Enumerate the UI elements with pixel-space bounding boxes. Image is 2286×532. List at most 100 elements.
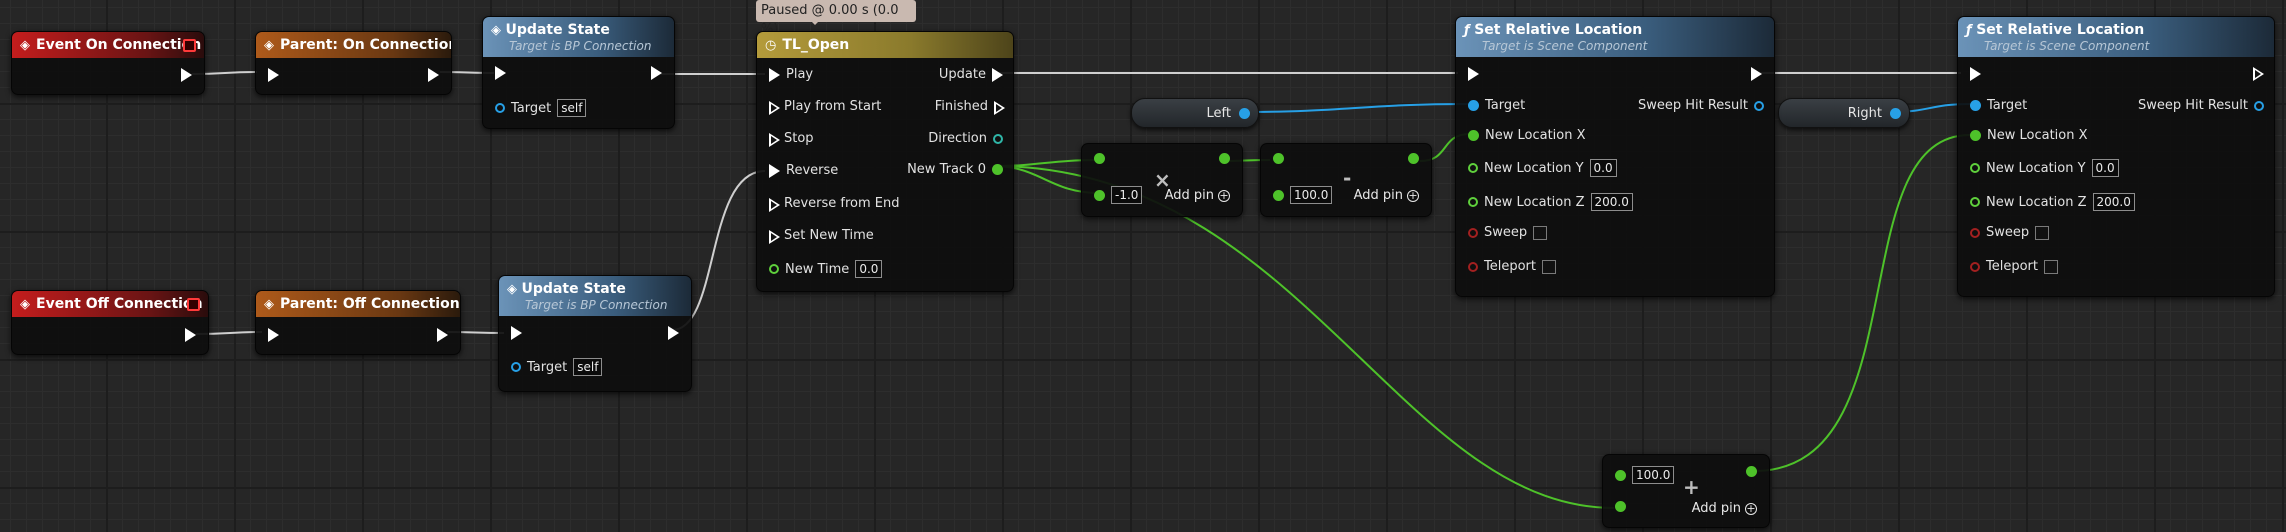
update-state-node-2[interactable]: ◈ Update State Target is BP Connection T… [498, 275, 692, 392]
input-b-pin[interactable]: 100.0 [1273, 186, 1333, 204]
new-location-z-pin[interactable]: New Location Z 200.0 [1468, 193, 1633, 211]
input-b-pin[interactable]: -1.0 [1094, 186, 1143, 204]
input-b-pin[interactable] [1615, 501, 1626, 512]
update-state-node-1[interactable]: ◈ Update State Target is BP Connection T… [482, 16, 675, 129]
new-location-y-value[interactable]: 0.0 [1589, 159, 1617, 177]
subtract-node[interactable]: 100.0 - Add pin + [1260, 143, 1432, 217]
output-pin[interactable] [1408, 153, 1419, 164]
set-new-time-pin[interactable]: Set New Time [769, 228, 874, 244]
output-pin[interactable] [1746, 466, 1757, 477]
target-pin[interactable]: Target self [495, 99, 587, 117]
input-b-value[interactable]: -1.0 [1111, 186, 1143, 204]
finished-pin[interactable]: Finished [935, 99, 1005, 115]
input-a-pin[interactable] [1094, 153, 1105, 164]
new-time-value[interactable]: 0.0 [855, 260, 883, 278]
sweep-pin[interactable]: Sweep [1468, 225, 1548, 240]
target-pin[interactable]: Target [1970, 98, 2027, 113]
object-pin-icon [1890, 107, 1901, 119]
reverse-pin[interactable]: Reverse [769, 163, 838, 178]
new-location-y-pin[interactable]: New Location Y 0.0 [1468, 159, 1617, 177]
exec-in-pin[interactable] [268, 68, 279, 82]
teleport-checkbox[interactable] [1542, 259, 1556, 274]
new-time-pin[interactable]: New Time 0.0 [769, 260, 883, 278]
new-location-z-pin[interactable]: New Location Z 200.0 [1970, 193, 2135, 211]
exec-out-pin[interactable] [185, 328, 196, 342]
sweep-hit-result-pin[interactable]: Sweep Hit Result [2138, 98, 2264, 113]
sweep-checkbox[interactable] [1533, 225, 1548, 240]
sweep-hit-result-pin[interactable]: Sweep Hit Result [1638, 98, 1764, 113]
parent-off-connection-node[interactable]: ◈ Parent: Off Connection [255, 290, 461, 355]
exec-in-pin[interactable] [1970, 67, 1981, 81]
play-pin[interactable]: Play [769, 67, 813, 82]
add-pin-button[interactable]: Add pin + [1354, 188, 1419, 203]
exec-arrow-icon [1468, 67, 1479, 81]
set-relative-location-node-1[interactable]: ƒ Set Relative Location Target is Scene … [1455, 16, 1775, 297]
teleport-pin[interactable]: Teleport [1970, 259, 2058, 274]
add-icon: + [1683, 475, 1700, 499]
reverse-from-end-pin[interactable]: Reverse from End [769, 196, 899, 212]
exec-out-pin[interactable] [428, 68, 439, 82]
exec-out-pin[interactable] [1751, 67, 1762, 81]
struct-pin-icon [2254, 100, 2264, 111]
new-track-0-pin[interactable]: New Track 0 [907, 162, 1003, 177]
sweep-pin[interactable]: Sweep [1970, 225, 2050, 240]
direction-pin[interactable]: Direction [928, 131, 1003, 146]
exec-in-pin[interactable] [511, 326, 522, 340]
clock-icon: ◷ [765, 37, 777, 53]
update-pin[interactable]: Update [939, 67, 1003, 82]
add-node[interactable]: 100.0 + Add pin + [1602, 454, 1770, 528]
new-location-x-pin[interactable]: New Location X [1468, 128, 1586, 143]
float-pin-icon [1408, 153, 1419, 164]
multiply-node[interactable]: -1.0 × Add pin + [1081, 143, 1243, 217]
exec-out-pin[interactable] [651, 66, 662, 80]
input-a-value[interactable]: 100.0 [1632, 466, 1675, 484]
new-location-y-pin[interactable]: New Location Y 0.0 [1970, 159, 2119, 177]
add-pin-button[interactable]: Add pin + [1692, 501, 1757, 516]
exec-in-pin[interactable] [495, 66, 506, 80]
set-relative-location-node-2[interactable]: ƒ Set Relative Location Target is Scene … [1957, 16, 2275, 297]
new-location-x-pin[interactable]: New Location X [1970, 128, 2088, 143]
exec-in-pin[interactable] [1468, 67, 1479, 81]
input-b-value[interactable]: 100.0 [1290, 186, 1333, 204]
play-from-start-pin[interactable]: Play from Start [769, 99, 881, 115]
teleport-checkbox[interactable] [2044, 259, 2058, 274]
exec-out-pin[interactable] [181, 68, 192, 82]
event-on-connection-node[interactable]: ◈ Event On Connection [11, 31, 205, 95]
exec-out-pin[interactable] [668, 326, 679, 340]
add-pin-button[interactable]: Add pin + [1165, 188, 1230, 203]
input-a-pin[interactable] [1273, 153, 1284, 164]
node-subtitle: Target is BP Connection [509, 38, 652, 53]
function-diamond-icon: ◈ [264, 37, 274, 53]
new-location-z-value[interactable]: 200.0 [2092, 193, 2135, 211]
new-location-z-value[interactable]: 200.0 [1590, 193, 1633, 211]
input-a-pin[interactable]: 100.0 [1615, 466, 1675, 484]
output-pin[interactable] [1219, 153, 1230, 164]
exec-arrow-icon [769, 132, 780, 147]
exec-out-pin[interactable] [2253, 67, 2264, 81]
parent-on-connection-node[interactable]: ◈ Parent: On Connection [255, 31, 452, 95]
new-location-y-value[interactable]: 0.0 [2091, 159, 2119, 177]
exec-in-pin[interactable] [268, 328, 279, 342]
left-variable-getter[interactable]: Left [1131, 98, 1259, 128]
float-pin-icon [1970, 130, 1981, 141]
event-off-connection-node[interactable]: ◈ Event Off Connection [11, 290, 209, 355]
sweep-checkbox[interactable] [2035, 225, 2050, 240]
target-pin[interactable]: Target [1468, 98, 1525, 113]
right-variable-getter[interactable]: Right [1778, 98, 1910, 128]
exec-out-pin[interactable] [437, 328, 448, 342]
stop-pin[interactable]: Stop [769, 131, 814, 147]
timeline-node[interactable]: ◷ TL_Open Play Play from Start Stop Reve… [756, 31, 1014, 292]
target-value[interactable]: self [557, 99, 587, 117]
exec-arrow-icon [769, 100, 780, 115]
target-value[interactable]: self [573, 358, 603, 376]
add-pin-label: Add pin [1164, 188, 1214, 203]
node-header: ◷ TL_Open [757, 32, 1013, 58]
target-pin[interactable]: Target self [511, 358, 603, 376]
teleport-pin[interactable]: Teleport [1468, 259, 1556, 274]
pin-label: New Track 0 [907, 162, 986, 177]
delegate-pin-icon[interactable] [183, 39, 196, 52]
float-pin-icon [1746, 466, 1757, 477]
delegate-pin-icon[interactable] [187, 298, 200, 311]
pin-label: Target [511, 100, 552, 116]
float-wire [1753, 134, 1971, 472]
